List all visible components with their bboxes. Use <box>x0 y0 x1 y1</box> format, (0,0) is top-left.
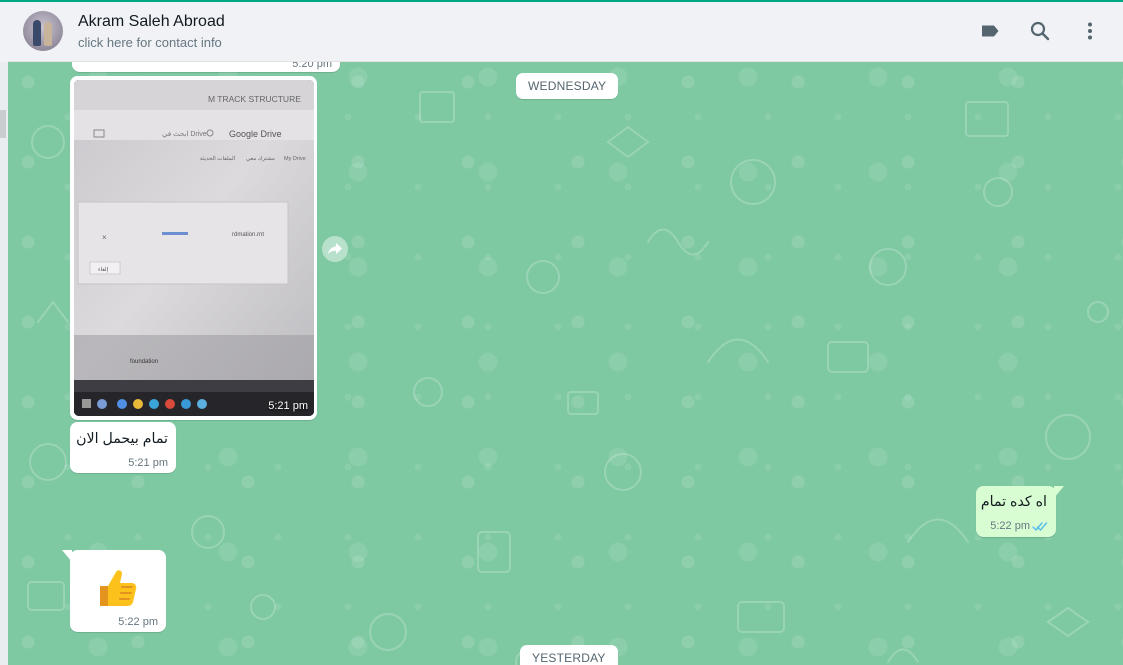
forward-button[interactable] <box>322 236 348 262</box>
photo-drive-text: Google Drive <box>229 129 282 139</box>
message-bubble-partial[interactable]: 5:20 pm <box>72 62 340 72</box>
photo-content: M TRACK STRUCTURE ابحث في Drive Google D… <box>74 80 314 416</box>
photo-mydrive-text: My Drive <box>284 156 306 162</box>
photo-title: M TRACK STRUCTURE <box>208 94 301 104</box>
thumbs-up-icon <box>100 570 137 606</box>
photo-cancel-text: إلغاء <box>98 266 109 273</box>
message-time: 5:21 pm <box>128 457 168 469</box>
date-divider-yesterday: YESTERDAY <box>520 645 618 665</box>
contact-info-link[interactable]: click here for contact info <box>78 35 222 50</box>
forward-icon <box>328 243 342 255</box>
photo-file-text: rdmation.rnt <box>232 232 264 238</box>
message-photo[interactable]: M TRACK STRUCTURE ابحث في Drive Google D… <box>74 80 314 416</box>
message-time: 5:22 pm <box>118 616 158 628</box>
message-time: 5:22 pm <box>990 520 1030 532</box>
svg-text:×: × <box>102 233 107 242</box>
contact-avatar[interactable] <box>23 11 63 51</box>
message-text: تمام بيحمل الان <box>76 431 168 447</box>
photo-time: 5:21 pm <box>268 400 308 412</box>
message-bubble-outgoing[interactable]: اه كده تمام 5:22 pm <box>976 486 1064 537</box>
photo-recent-text: الملفات الحديثة <box>200 155 236 162</box>
message-text: اه كده تمام <box>980 494 1047 510</box>
chat-header[interactable]: Akram Saleh Abroad click here for contac… <box>8 2 1123 62</box>
message-bubble-incoming[interactable]: تمام بيحمل الان 5:21 pm <box>70 422 176 473</box>
photo-foundation-text: foundation <box>130 359 158 365</box>
message-bubble-incoming-emoji[interactable]: 5:22 pm <box>62 550 166 632</box>
photo-message[interactable]: M TRACK STRUCTURE ابحث في Drive Google D… <box>70 76 317 420</box>
menu-icon[interactable] <box>1078 19 1102 43</box>
left-panel-edge <box>0 62 8 665</box>
photo-search-text: ابحث في Drive <box>162 130 207 138</box>
label-icon[interactable] <box>978 19 1002 43</box>
bubble-tail <box>62 550 72 562</box>
contact-name[interactable]: Akram Saleh Abroad <box>78 13 225 31</box>
photo-shared-text: مشترك معي <box>246 155 275 162</box>
bubble-tail <box>1054 486 1064 498</box>
date-divider-wednesday: WEDNESDAY <box>516 73 619 99</box>
chat-area[interactable]: 5:20 pm WEDNESDAY M TRACK STRUCTURE ابحث <box>8 62 1123 665</box>
message-time: 5:20 pm <box>292 62 332 70</box>
read-receipt-icon <box>1032 522 1048 532</box>
search-icon[interactable] <box>1028 19 1052 43</box>
